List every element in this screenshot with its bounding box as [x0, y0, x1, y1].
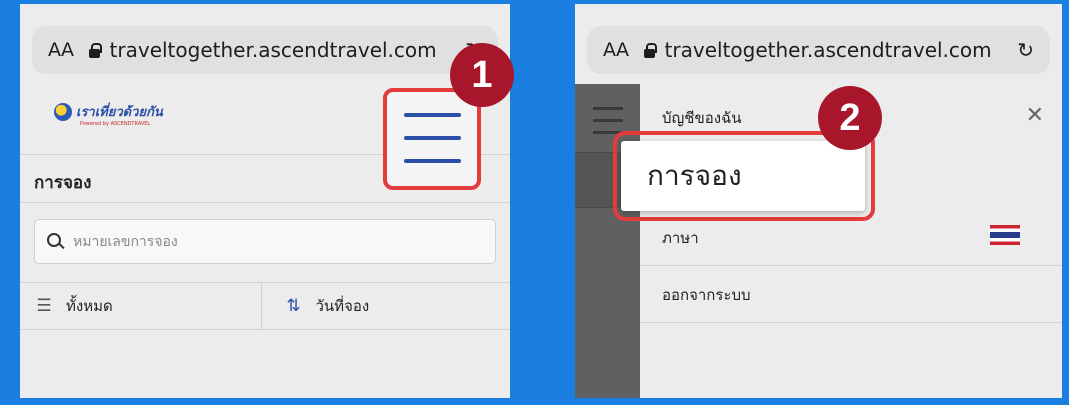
search-placeholder: หมายเลขการจอง — [73, 233, 178, 250]
filter-all-button[interactable]: ☰ ทั้งหมด — [20, 283, 261, 329]
menu-item-bookings-label: การจอง — [647, 159, 742, 192]
step-badge-1: 1 — [450, 43, 514, 107]
sort-icon: ⇅ — [286, 296, 301, 316]
sort-date-button[interactable]: ⇅ วันที่จอง — [260, 283, 511, 329]
menu-item-logout[interactable]: ออกจากระบบ — [640, 267, 1062, 323]
logo-mark-icon — [54, 102, 72, 121]
site-logo[interactable]: เราเที่ยวด้วยกัน — [54, 101, 163, 122]
address-bar[interactable]: AA traveltogether.ascendtravel.com ↻ — [32, 26, 498, 74]
lock-icon — [88, 42, 102, 58]
sliders-icon: ☰ — [36, 296, 52, 316]
left-screen: AA traveltogether.ascendtravel.com ↻ เรา… — [20, 4, 510, 398]
search-icon — [47, 232, 65, 251]
text-size-button[interactable]: AA — [48, 39, 74, 61]
thai-flag-icon[interactable] — [990, 225, 1020, 245]
url-text: traveltogether.ascendtravel.com — [109, 38, 437, 62]
menu-item-language-label: ภาษา — [662, 228, 699, 247]
step-badge-2: 2 — [818, 86, 882, 150]
lock-icon — [643, 42, 657, 58]
reload-icon[interactable]: ↻ — [1017, 38, 1034, 62]
text-size-button[interactable]: AA — [603, 39, 629, 61]
booking-search-input[interactable]: หมายเลขการจอง — [34, 219, 496, 264]
url-text: traveltogether.ascendtravel.com — [664, 38, 992, 62]
address-bar[interactable]: AA traveltogether.ascendtravel.com ↻ — [587, 26, 1050, 74]
filter-all-label: ทั้งหมด — [66, 297, 113, 315]
divider — [20, 202, 510, 203]
menu-item-bookings[interactable]: การจอง — [621, 141, 865, 211]
filter-bar: ☰ ทั้งหมด ⇅ วันที่จอง — [20, 282, 510, 330]
page-title: การจอง — [34, 173, 92, 193]
logo-text: เราเที่ยวด้วยกัน — [76, 105, 163, 120]
sort-date-label: วันที่จอง — [315, 297, 370, 315]
powered-by: Powered by ASCENDTRAVEL — [80, 121, 151, 127]
close-icon[interactable]: ✕ — [1026, 103, 1044, 128]
menu-item-account-label: บัญชีของฉัน — [662, 109, 742, 127]
menu-item-logout-label: ออกจากระบบ — [662, 285, 751, 304]
hamburger-icon — [404, 113, 461, 182]
